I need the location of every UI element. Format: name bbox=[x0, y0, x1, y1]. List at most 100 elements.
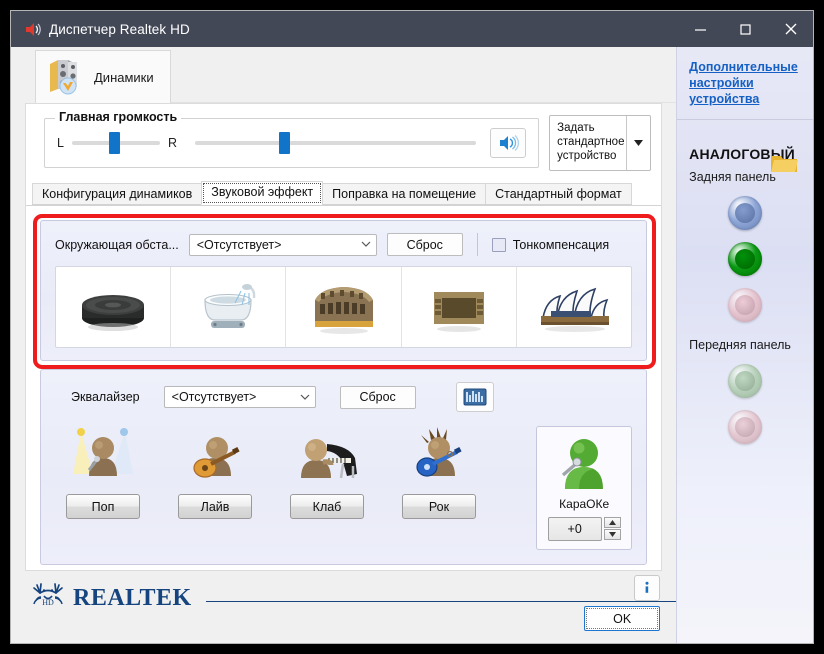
device-tab-speakers[interactable]: Динамики bbox=[35, 50, 171, 104]
equalizer-preset-club[interactable]: Клаб bbox=[277, 426, 377, 519]
equalizer-preset-list: Поп Лайв Клаб Рок bbox=[41, 422, 489, 519]
equalizer-preset-rock-button[interactable]: Рок bbox=[402, 494, 476, 519]
equalizer-presets-row: Поп Лайв Клаб Рок КараОКе +0 bbox=[41, 422, 646, 564]
environment-preset-sewer-pipe[interactable] bbox=[56, 267, 172, 347]
environment-section: Окружающая обста... <Отсутствует> Сброс bbox=[40, 220, 648, 361]
equalizer-panel-button[interactable] bbox=[455, 382, 494, 412]
svg-text:HD: HD bbox=[42, 598, 54, 607]
close-button[interactable] bbox=[768, 11, 813, 47]
mute-toggle-button[interactable] bbox=[490, 128, 527, 158]
window-title: Диспетчер Realtek HD bbox=[49, 21, 190, 37]
equalizer-preset-rock[interactable]: Рок bbox=[389, 426, 489, 519]
balance-slider-thumb[interactable] bbox=[108, 132, 120, 154]
karaoke-spinner-down[interactable] bbox=[603, 529, 621, 540]
balance-right-label: R bbox=[167, 136, 177, 150]
balance-left-label: L bbox=[57, 136, 64, 150]
karaoke-value[interactable]: +0 bbox=[547, 517, 602, 541]
jack-front-pink[interactable] bbox=[728, 410, 763, 444]
colosseum-icon bbox=[314, 287, 373, 334]
info-button[interactable] bbox=[634, 575, 661, 601]
app-speaker-icon bbox=[11, 22, 45, 37]
maximize-button[interactable] bbox=[723, 11, 768, 47]
equalizer-grid-icon bbox=[463, 388, 487, 406]
jack-rear-green[interactable] bbox=[728, 242, 763, 276]
loudness-equalization-row[interactable]: Тонкомпенсация bbox=[491, 237, 609, 252]
chevron-down-icon[interactable] bbox=[356, 241, 376, 248]
balance-slider[interactable] bbox=[71, 132, 160, 154]
equalizer-section: Эквалайзер <Отсутствует> Сброс Поп Лайв … bbox=[40, 369, 648, 565]
equalizer-value: <Отсутствует> bbox=[171, 390, 257, 404]
realtek-hd-audio-manager-window: Диспетчер Realtek HD Динамики Главная гр… bbox=[10, 10, 814, 644]
window-body: Динамики Главная громкость L R Задать ст… bbox=[11, 47, 813, 643]
device-sidebar: Дополнительные настройки устройства АНАЛ… bbox=[676, 47, 813, 643]
jack-rear-blue[interactable] bbox=[728, 196, 763, 230]
equalizer-preset-club-button[interactable]: Клаб bbox=[290, 494, 364, 519]
environment-value: <Отсутствует> bbox=[196, 237, 282, 252]
environment-divider bbox=[476, 233, 478, 256]
jack-front-green[interactable] bbox=[728, 364, 763, 398]
minimize-button[interactable] bbox=[678, 11, 723, 47]
set-default-device-text: Задать стандартное устройство bbox=[550, 116, 626, 170]
main-volume-slider[interactable] bbox=[194, 132, 477, 154]
equalizer-reset-button[interactable]: Сброс bbox=[339, 385, 416, 409]
footer-rule bbox=[205, 601, 677, 602]
folder-icon[interactable] bbox=[769, 151, 799, 180]
main-volume-thumb[interactable] bbox=[279, 132, 291, 154]
equalizer-preset-live[interactable]: Лайв bbox=[165, 426, 265, 519]
environment-preset-stone-room[interactable] bbox=[402, 267, 517, 347]
environment-label: Окружающая обста... bbox=[55, 237, 179, 252]
singer-spotlight-icon bbox=[73, 428, 133, 476]
master-volume-legend: Главная громкость bbox=[55, 110, 182, 124]
footer-bar: HD REALTEK OK bbox=[11, 571, 677, 643]
karaoke-singer-icon bbox=[562, 439, 604, 489]
acoustic-guitarist-icon bbox=[193, 437, 240, 478]
tab-default-format[interactable]: Стандартный формат bbox=[485, 183, 632, 205]
environment-reset-button[interactable]: Сброс bbox=[386, 233, 463, 256]
sound-effect-content: Окружающая обста... <Отсутствует> Сброс bbox=[26, 206, 661, 565]
equalizer-preset-pop-button[interactable]: Поп bbox=[66, 494, 140, 519]
rear-panel-jacks bbox=[677, 184, 813, 322]
set-default-line-3: устройство bbox=[557, 150, 617, 162]
tab-room-correction[interactable]: Поправка на помещение bbox=[322, 183, 487, 205]
set-default-line-2: стандартное bbox=[557, 136, 625, 148]
equalizer-preset-live-button[interactable]: Лайв bbox=[178, 494, 252, 519]
environment-combobox[interactable]: <Отсутствует> bbox=[188, 233, 377, 256]
karaoke-spinner-buttons bbox=[603, 517, 621, 541]
rock-guitarist-icon bbox=[416, 427, 462, 477]
jack-rear-pink[interactable] bbox=[728, 288, 763, 322]
loudness-checkbox[interactable] bbox=[491, 237, 506, 252]
karaoke-spinner[interactable]: +0 bbox=[547, 517, 621, 541]
main-panel: Главная громкость L R Задать стандартное… bbox=[25, 103, 663, 571]
equalizer-label: Эквалайзер bbox=[71, 390, 140, 404]
master-volume-group: Главная громкость L R bbox=[44, 110, 540, 168]
ok-button[interactable]: OK bbox=[584, 606, 661, 631]
environment-preset-concert-hall[interactable] bbox=[517, 267, 631, 347]
chevron-down-icon[interactable] bbox=[295, 394, 315, 401]
device-tab-label: Динамики bbox=[94, 70, 154, 85]
environment-preset-arena[interactable] bbox=[286, 267, 402, 347]
equalizer-combobox[interactable]: <Отсутствует> bbox=[163, 386, 316, 408]
karaoke-spinner-up[interactable] bbox=[603, 517, 621, 528]
title-bar: Диспетчер Realtek HD bbox=[11, 11, 813, 47]
karaoke-panel: КараОКе +0 bbox=[536, 426, 633, 550]
realtek-branding: HD REALTEK bbox=[11, 571, 677, 616]
opera-house-icon bbox=[541, 287, 610, 332]
tab-sound-effect[interactable]: Звуковой эффект bbox=[201, 181, 324, 205]
equalizer-controls-row: Эквалайзер <Отсутствует> Сброс bbox=[41, 370, 646, 422]
stone-room-icon bbox=[433, 292, 484, 332]
set-default-device-button[interactable]: Задать стандартное устройство bbox=[549, 115, 652, 171]
effect-tab-strip: Конфигурация динамиков Звуковой эффект П… bbox=[26, 181, 662, 206]
tab-speaker-config[interactable]: Конфигурация динамиков bbox=[32, 183, 203, 205]
environment-preset-bathroom[interactable] bbox=[171, 267, 287, 347]
bathtub-icon bbox=[204, 284, 256, 328]
pianist-icon bbox=[301, 439, 357, 479]
environment-controls-row: Окружающая обста... <Отсутствует> Сброс bbox=[41, 221, 646, 266]
realtek-antler-icon: HD bbox=[31, 581, 65, 616]
front-panel-jacks bbox=[677, 352, 813, 444]
volume-row: Главная громкость L R Задать стандартное… bbox=[26, 104, 661, 171]
advanced-device-settings-link[interactable]: Дополнительные настройки устройства bbox=[677, 47, 813, 117]
equalizer-preset-pop[interactable]: Поп bbox=[53, 426, 153, 519]
main-volume-track bbox=[194, 141, 477, 145]
realtek-logo-text: REALTEK bbox=[73, 585, 192, 611]
set-default-dropdown-arrow[interactable] bbox=[626, 116, 650, 170]
